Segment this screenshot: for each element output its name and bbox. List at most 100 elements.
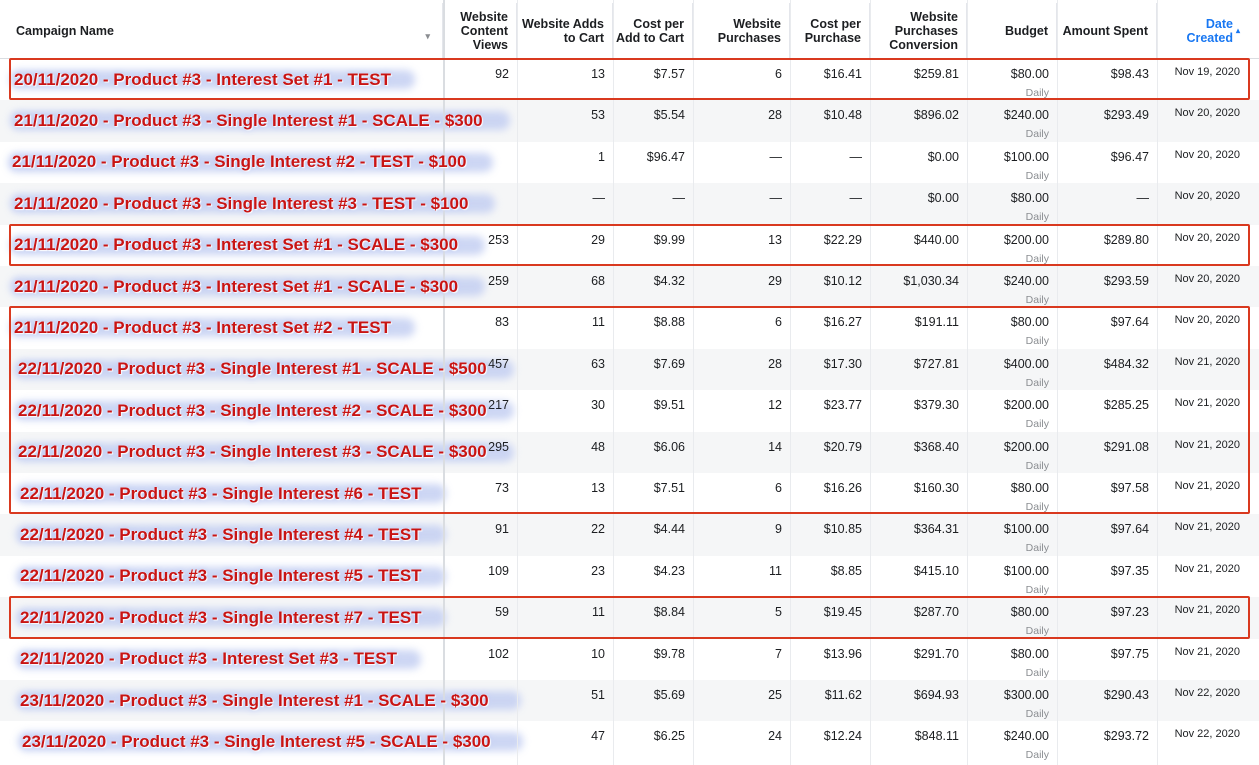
table-row[interactable]: 22/11/2020 - Product #3 - Interest Set #…	[0, 639, 1259, 680]
cell-value: $6.25	[653, 729, 685, 744]
cell-cpa: $4.44	[613, 514, 693, 555]
campaign-name[interactable]: 21/11/2020 - Product #3 - Single Interes…	[0, 194, 468, 214]
campaign-name-cell[interactable]: 22/11/2020 - Product #3 - Interest Set #…	[0, 639, 520, 680]
cell-value: $4.32	[653, 274, 685, 288]
cell-value: $8.85	[830, 563, 862, 578]
cell-value: $290.43	[1103, 688, 1149, 702]
column-header-purchases[interactable]: Website Purchases	[693, 3, 790, 58]
cell-conv: $848.11	[870, 721, 967, 762]
cell-value: 51	[591, 688, 605, 702]
cell-date: Nov 21, 2020	[1157, 514, 1248, 555]
cell-value: $5.69	[653, 688, 685, 702]
column-header-label: Budget	[1004, 23, 1048, 38]
column-header-date[interactable]: Date Created ▴	[1157, 3, 1248, 58]
column-header-adds[interactable]: Website Adds to Cart	[517, 3, 613, 58]
cell-value: $11.62	[824, 688, 862, 702]
cell-value: $80.00	[1010, 191, 1049, 206]
cell-value: Nov 20, 2020	[1174, 148, 1240, 161]
cell-value: $240.00	[1003, 729, 1049, 744]
cell-spent: $293.72	[1057, 721, 1157, 762]
cell-value: $13.96	[823, 646, 862, 661]
cell-adds: 10	[517, 639, 613, 680]
cell-value: 1	[598, 149, 605, 164]
sort-chevron-up-icon[interactable]: ▴	[1236, 24, 1240, 38]
campaign-name[interactable]: 21/11/2020 - Product #3 - Single Interes…	[0, 111, 483, 131]
table-row[interactable]: 21/11/2020 - Product #3 - Interest Set #…	[0, 266, 1259, 308]
budget-period: Daily	[1025, 708, 1049, 720]
cell-value: $97.35	[1110, 563, 1149, 578]
campaign-table: Campaign Name ▾ Website Content Views Websi…	[0, 0, 1259, 765]
column-header-cpa[interactable]: Cost per Add to Cart	[613, 3, 693, 58]
cell-value: $896.02	[913, 108, 959, 123]
sort-chevron-down-icon[interactable]: ▾	[425, 29, 430, 43]
cell-conv: $291.70	[870, 639, 967, 680]
campaign-name-cell[interactable]: 22/11/2020 - Product #3 - Single Interes…	[0, 556, 520, 597]
cell-date: Nov 20, 2020	[1157, 142, 1248, 183]
cell-spent: $96.47	[1057, 142, 1157, 183]
cell-value: 23	[591, 563, 605, 578]
table-row[interactable]: 21/11/2020 - Product #3 - Single Interes…	[0, 100, 1259, 142]
cell-value: $240.00	[1003, 274, 1049, 288]
table-row[interactable]: 22/11/2020 - Product #3 - Single Interes…	[0, 514, 1259, 556]
cell-cpp: —	[790, 142, 870, 183]
campaign-name[interactable]: 21/11/2020 - Product #3 - Single Interes…	[0, 152, 466, 172]
cell-cpa: $6.25	[613, 721, 693, 762]
campaign-name[interactable]: 21/11/2020 - Product #3 - Interest Set #…	[0, 277, 458, 297]
table-row[interactable]: 21/11/2020 - Product #3 - Single Interes…	[0, 183, 1259, 225]
campaign-name-cell[interactable]: 21/11/2020 - Product #3 - Single Interes…	[0, 100, 520, 141]
cell-purchases: 28	[693, 100, 790, 141]
campaign-name-cell[interactable]: 23/11/2020 - Product #3 - Single Interes…	[0, 680, 520, 721]
campaign-name-cell[interactable]: 22/11/2020 - Product #3 - Single Interes…	[0, 514, 520, 555]
campaign-name-cell[interactable]: 23/11/2020 - Product #3 - Single Interes…	[0, 721, 520, 762]
cell-value: 9	[775, 522, 782, 537]
table-row[interactable]: 22/11/2020 - Product #3 - Single Interes…	[0, 556, 1259, 597]
campaign-name-cell[interactable]: 21/11/2020 - Product #3 - Interest Set #…	[0, 266, 520, 307]
cell-value: $4.23	[653, 563, 685, 578]
cell-date: Nov 22, 2020	[1157, 721, 1248, 762]
cell-budget: $100.00 Daily	[967, 142, 1057, 183]
campaign-name-cell[interactable]: 21/11/2020 - Product #3 - Single Interes…	[0, 183, 520, 224]
table-row[interactable]: 23/11/2020 - Product #3 - Single Interes…	[0, 680, 1259, 722]
cell-cpp: $11.62	[790, 680, 870, 721]
highlight-box	[9, 596, 1250, 639]
cell-conv: $0.00	[870, 183, 967, 224]
table-header: Campaign Name ▾ Website Content Views Websi…	[0, 3, 1259, 59]
cell-value: 53	[591, 108, 605, 123]
column-header-name[interactable]: Campaign Name ▾	[0, 3, 443, 58]
campaign-name[interactable]: 23/11/2020 - Product #3 - Single Interes…	[0, 691, 489, 711]
campaign-name[interactable]: 23/11/2020 - Product #3 - Single Interes…	[0, 732, 491, 752]
cell-value: $97.75	[1110, 646, 1149, 661]
cell-cpp: $10.48	[790, 100, 870, 141]
table-row[interactable]: 23/11/2020 - Product #3 - Single Interes…	[0, 721, 1259, 762]
column-header-spent[interactable]: Amount Spent	[1057, 3, 1157, 58]
column-header-cpp[interactable]: Cost per Purchase	[790, 3, 870, 58]
cell-value: $5.54	[653, 108, 685, 123]
cell-value: Nov 20, 2020	[1174, 273, 1240, 285]
cell-value: —	[1136, 191, 1150, 206]
table-row[interactable]: 21/11/2020 - Product #3 - Single Interes…	[0, 142, 1259, 183]
cell-date: Nov 21, 2020	[1157, 556, 1248, 597]
cell-value: 7	[775, 646, 782, 661]
cell-value: $0.00	[927, 149, 959, 164]
campaign-name[interactable]: 22/11/2020 - Product #3 - Single Interes…	[0, 525, 422, 545]
highlight-box	[9, 58, 1250, 101]
cell-conv: $1,030.34	[870, 266, 967, 307]
cell-value: $10.48	[823, 108, 862, 123]
cell-cpa: —	[613, 183, 693, 224]
cell-cpa: $4.23	[613, 556, 693, 597]
column-header-conv[interactable]: Website Purchases Conversion	[870, 3, 967, 58]
highlight-box	[9, 223, 1250, 266]
campaign-name[interactable]: 22/11/2020 - Product #3 - Single Interes…	[0, 566, 422, 586]
cell-date: Nov 21, 2020	[1157, 639, 1248, 680]
cell-budget: $100.00 Daily	[967, 514, 1057, 555]
cell-value: $300.00	[1003, 688, 1049, 702]
cell-value: Nov 22, 2020	[1174, 728, 1240, 741]
cell-cpa: $5.69	[613, 680, 693, 721]
campaign-name-cell[interactable]: 21/11/2020 - Product #3 - Single Interes…	[0, 142, 520, 183]
cell-spent: $97.75	[1057, 639, 1157, 680]
cell-value: 28	[768, 108, 782, 123]
column-header-views[interactable]: Website Content Views	[443, 3, 517, 58]
column-header-budget[interactable]: Budget	[967, 3, 1057, 58]
campaign-name[interactable]: 22/11/2020 - Product #3 - Interest Set #…	[0, 649, 397, 669]
cell-spent: $290.43	[1057, 680, 1157, 721]
